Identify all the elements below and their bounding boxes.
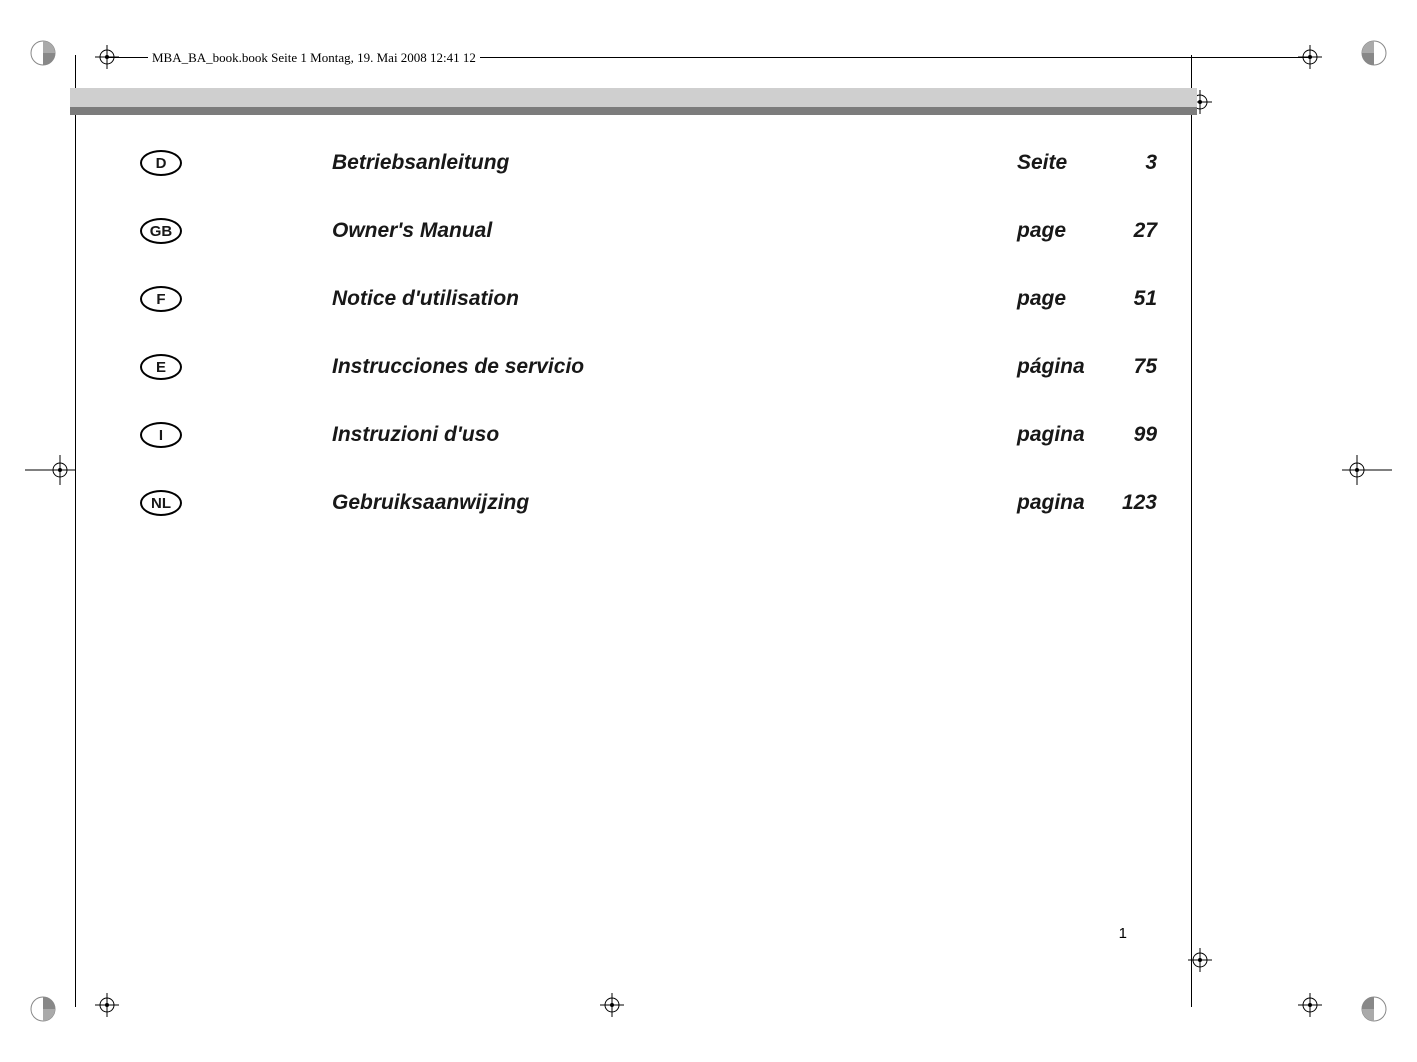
- header-file-info: MBA_BA_book.book Seite 1 Montag, 19. Mai…: [148, 50, 480, 66]
- toc-page-label: Seite: [1017, 151, 1107, 175]
- toc-page-number: 123: [1107, 491, 1157, 515]
- toc-page-number: 51: [1107, 287, 1157, 311]
- lang-badge: GB: [140, 218, 182, 244]
- lang-badge: D: [140, 150, 182, 176]
- trim-line: [75, 55, 76, 1007]
- toc-page-number: 3: [1107, 151, 1157, 175]
- toc-title: Notice d'utilisation: [332, 287, 1017, 311]
- header-bar-dark: [70, 107, 1197, 115]
- crosshair-register-icon: [600, 993, 624, 1017]
- toc-page-number: 99: [1107, 423, 1157, 447]
- trim-line: [1191, 55, 1192, 1007]
- toc-page-label: pagina: [1017, 491, 1107, 515]
- toc-row: E Instrucciones de servicio página 75: [140, 354, 1157, 380]
- toc-row: I Instruzioni d'uso pagina 99: [140, 422, 1157, 448]
- lang-badge: I: [140, 422, 182, 448]
- crosshair-register-icon: [1298, 993, 1322, 1017]
- registration-mark-icon: [1361, 996, 1387, 1022]
- toc-row: F Notice d'utilisation page 51: [140, 286, 1157, 312]
- registration-mark-icon: [1361, 40, 1387, 66]
- toc-page-label: pagina: [1017, 423, 1107, 447]
- toc-page-label: page: [1017, 219, 1107, 243]
- registration-mark-icon: [30, 996, 56, 1022]
- toc-page-label: page: [1017, 287, 1107, 311]
- toc-row: D Betriebsanleitung Seite 3: [140, 150, 1157, 176]
- toc-page-label: página: [1017, 355, 1107, 379]
- toc-title: Gebruiksaanwijzing: [332, 491, 1017, 515]
- toc: D Betriebsanleitung Seite 3 GB Owner's M…: [140, 150, 1157, 558]
- lang-badge: E: [140, 354, 182, 380]
- toc-row: NL Gebruiksaanwijzing pagina 123: [140, 490, 1157, 516]
- toc-title: Owner's Manual: [332, 219, 1017, 243]
- toc-title: Instrucciones de servicio: [332, 355, 1017, 379]
- lang-badge: NL: [140, 490, 182, 516]
- crosshair-register-icon: [95, 993, 119, 1017]
- page-number: 1: [1119, 925, 1127, 942]
- crosshair-side-icon: [25, 455, 75, 485]
- toc-page-number: 27: [1107, 219, 1157, 243]
- toc-title: Instruzioni d'uso: [332, 423, 1017, 447]
- toc-row: GB Owner's Manual page 27: [140, 218, 1157, 244]
- crosshair-side-icon: [1342, 455, 1392, 485]
- toc-title: Betriebsanleitung: [332, 151, 1017, 175]
- lang-badge: F: [140, 286, 182, 312]
- registration-mark-icon: [30, 40, 56, 66]
- toc-page-number: 75: [1107, 355, 1157, 379]
